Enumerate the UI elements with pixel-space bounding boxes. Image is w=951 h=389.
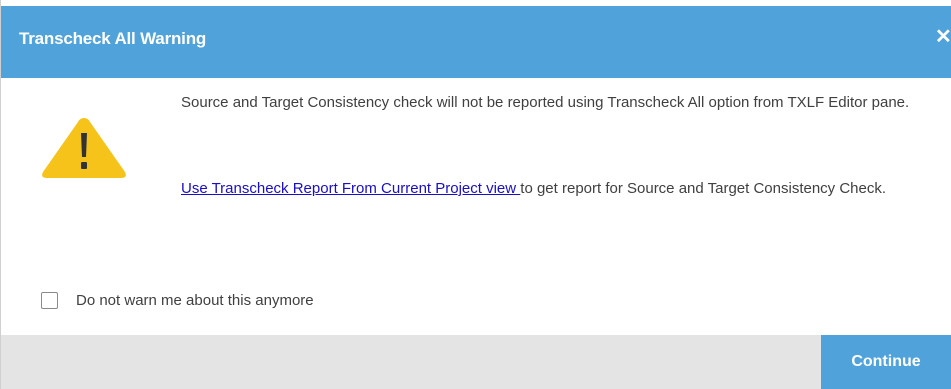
- transcheck-report-link[interactable]: Use Transcheck Report From Current Proje…: [181, 180, 520, 197]
- dialog-footer: Continue: [1, 335, 951, 389]
- dialog-title: Transcheck All Warning: [19, 29, 207, 48]
- dont-warn-label: Do not warn me about this anymore: [76, 291, 314, 309]
- dont-warn-row: Do not warn me about this anymore: [41, 289, 314, 311]
- dialog-titlebar: Transcheck All Warning ✕: [1, 0, 951, 78]
- continue-button[interactable]: Continue: [821, 335, 951, 389]
- report-hint: Use Transcheck Report From Current Proje…: [181, 174, 931, 203]
- close-icon[interactable]: ✕: [935, 25, 951, 49]
- warning-message: Source and Target Consistency check will…: [181, 94, 910, 111]
- report-hint-text: to get report for Source and Target Cons…: [520, 180, 887, 197]
- dont-warn-checkbox[interactable]: [41, 291, 58, 309]
- warning-triangle-icon: [42, 118, 126, 178]
- warning-dialog: Transcheck All Warning ✕ Source and Targ…: [0, 0, 951, 389]
